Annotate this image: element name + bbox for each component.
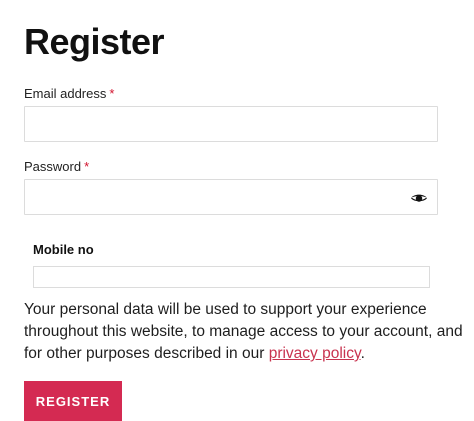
mobile-label: Mobile no xyxy=(33,242,94,257)
privacy-notice: Your personal data will be used to suppo… xyxy=(24,299,464,365)
register-button[interactable]: Register xyxy=(24,381,122,421)
password-required-marker: * xyxy=(84,159,90,174)
eye-icon[interactable] xyxy=(410,191,428,205)
email-label-text: Email address xyxy=(24,86,107,101)
privacy-notice-text: Your personal data will be used to suppo… xyxy=(24,301,463,362)
privacy-policy-link[interactable]: privacy policy xyxy=(269,345,361,362)
email-required-marker: * xyxy=(109,86,115,101)
password-label: Password * xyxy=(24,159,89,175)
email-label: Email address * xyxy=(24,86,114,102)
page-title: Register xyxy=(24,21,165,62)
password-field[interactable] xyxy=(25,180,395,214)
password-field-wrapper xyxy=(24,179,438,215)
privacy-notice-period: . xyxy=(360,345,365,362)
email-field[interactable] xyxy=(24,106,438,142)
mobile-field[interactable] xyxy=(33,266,430,288)
password-label-text: Password xyxy=(24,159,82,174)
